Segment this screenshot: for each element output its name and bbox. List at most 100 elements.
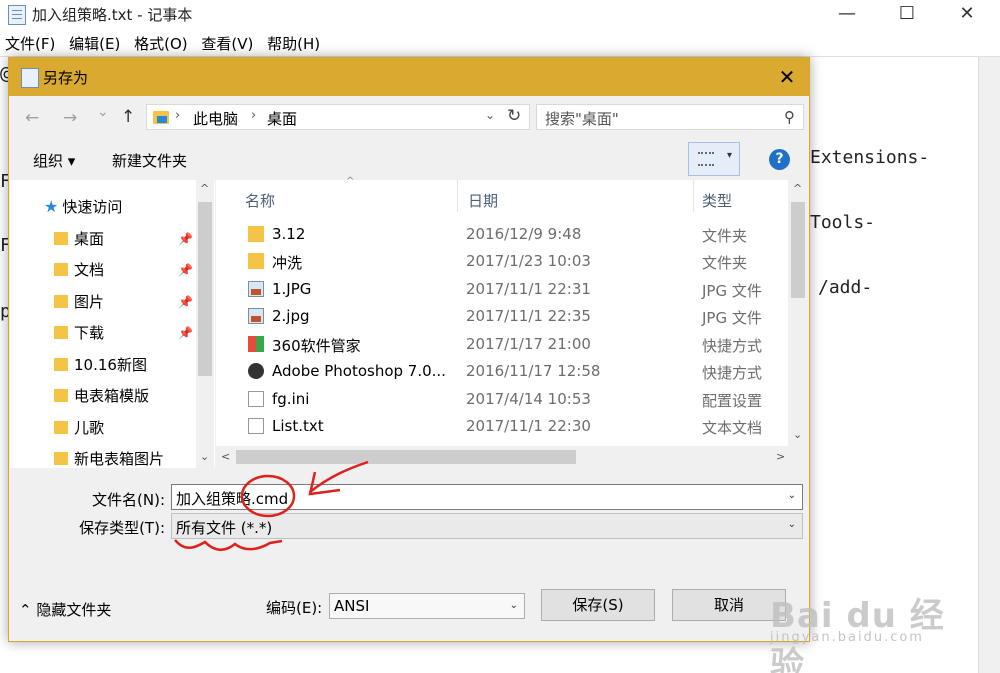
folder-icon [248,226,264,242]
file-row[interactable]: fg.ini 2017/4/14 10:53 配置设置 [216,386,788,413]
scroll-up-icon[interactable]: ^ [200,182,209,195]
column-divider[interactable] [693,180,694,212]
file-name: 1.JPG [272,280,312,298]
scrollbar-thumb[interactable] [236,450,576,464]
view-options-button[interactable]: ▾ [688,142,740,176]
nav-item-pictures[interactable]: 图片 [54,291,104,312]
pin-icon: 📌 [178,295,193,309]
file-row[interactable]: 2.jpg 2017/11/1 22:35 JPG 文件 [216,303,788,330]
cancel-button[interactable]: 取消 [672,589,786,621]
file-row[interactable]: 360软件管家 2017/1/17 21:00 快捷方式 [216,331,788,358]
config-file-icon [248,391,264,407]
savetype-select[interactable]: 所有文件 (*.*) ⌄ [171,513,803,539]
file-list-scrollbar[interactable]: ^ ⌄ [788,180,808,446]
recent-locations-icon[interactable]: ⌄ [97,104,109,120]
close-button[interactable]: ✕ [936,0,998,30]
chevron-down-icon[interactable]: ⌄ [788,519,796,530]
menu-format[interactable]: 格式(O) [134,32,188,56]
scroll-down-icon[interactable]: ⌄ [200,450,209,463]
navigation-pane: ★ 快速访问 桌面 📌 文档 📌 图片 📌 下载 📌 10.16新图 电表箱模版 … [10,180,215,468]
file-name: 冲洗 [272,254,303,272]
search-box[interactable]: 搜索"桌面" ⚲ [536,104,804,130]
file-date: 2016/12/9 9:48 [466,225,582,243]
refresh-icon[interactable]: ↻ [507,106,521,126]
new-folder-button[interactable]: 新建文件夹 [112,150,187,171]
column-divider[interactable] [457,180,458,212]
nav-item-desktop[interactable]: 桌面 [54,228,104,249]
folder-icon [248,253,264,269]
scroll-down-icon[interactable]: ⌄ [793,428,802,441]
menu-file[interactable]: 文件(F) [5,32,55,56]
notepad-icon [8,5,26,25]
search-icon[interactable]: ⚲ [784,108,795,126]
chevron-down-icon: ▾ [727,150,733,161]
organize-menu[interactable]: 组织 ▾ [33,150,75,171]
text-file-icon [248,418,264,434]
minimize-button[interactable]: — [816,0,878,30]
nav-pane-scrollbar[interactable]: ^ ⌄ [196,180,214,468]
breadcrumb-separator[interactable]: › [251,108,256,123]
folder-icon [54,389,68,402]
file-row[interactable]: 3.12 2016/12/9 9:48 文件夹 [216,221,788,248]
breadcrumb-this-pc[interactable]: 此电脑 [193,108,238,129]
chevron-down-icon: ⌄ [509,600,518,611]
nav-item-folder[interactable]: 新电表箱图片 [54,448,164,469]
file-name: 2.jpg [272,307,310,325]
scroll-up-icon[interactable]: ^ [793,182,802,195]
encoding-select[interactable]: ANSI ⌄ [329,593,525,619]
nav-item-documents[interactable]: 文档 [54,259,104,280]
nav-item-downloads[interactable]: 下载 [54,322,104,343]
help-icon[interactable]: ? [769,149,790,170]
notepad-scrollbar[interactable] [978,57,1000,673]
notepad-menubar: 文件(F) 编辑(E) 格式(O) 查看(V) 帮助(H) [0,32,1000,56]
folder-icon [54,232,68,245]
file-row[interactable]: Adobe Photoshop 7.0... 2016/11/17 12:58 … [216,358,788,385]
scrollbar-thumb[interactable] [791,202,805,298]
breadcrumb-separator[interactable]: › [175,108,180,123]
file-list-hscrollbar[interactable]: < > [216,446,788,468]
maximize-button[interactable]: ☐ [876,0,938,30]
scroll-right-icon[interactable]: > [776,450,785,463]
file-type: 快捷方式 [702,337,763,355]
back-arrow-icon[interactable]: ← [25,108,39,128]
nav-item-folder[interactable]: 儿歌 [54,417,104,438]
nav-item-folder[interactable]: 电表箱模版 [54,385,149,406]
folder-icon [54,263,68,276]
scrollbar-thumb[interactable] [198,202,212,376]
breadcrumb-desktop[interactable]: 桌面 [267,108,297,129]
file-date: 2017/1/23 10:03 [466,252,591,270]
chevron-down-icon[interactable]: ⌄ [788,490,796,501]
savetype-value: 所有文件 (*.*) [176,519,273,537]
menu-edit[interactable]: 编辑(E) [69,32,120,56]
nav-quick-access[interactable]: ★ 快速访问 [44,196,122,217]
dialog-close-button[interactable]: ✕ [773,64,801,90]
file-row[interactable]: 冲洗 2017/1/23 10:03 文件夹 [216,248,788,275]
file-date: 2017/4/14 10:53 [466,390,591,408]
filename-input[interactable]: 加入组策略.cmd ⌄ [171,484,803,510]
file-row[interactable]: List.txt 2017/11/1 22:30 文本文档 [216,413,788,440]
column-header-name[interactable]: 名称 [245,190,275,211]
folder-icon [54,358,68,371]
hide-folders-toggle[interactable]: ⌃ 隐藏文件夹 [19,599,111,620]
forward-arrow-icon[interactable]: → [63,108,77,128]
star-icon: ★ [44,197,59,216]
save-button[interactable]: 保存(S) [541,589,655,621]
column-header-date[interactable]: 日期 [468,190,498,211]
up-arrow-icon[interactable]: ↑ [121,107,135,127]
file-date: 2016/11/17 12:58 [466,362,601,380]
menu-help[interactable]: 帮助(H) [267,32,320,56]
chevron-down-icon[interactable]: ⌄ [485,108,495,122]
file-list: ^ 名称 日期 类型 3.12 2016/12/9 9:48 文件夹 冲洗 20… [216,176,788,446]
menu-view[interactable]: 查看(V) [201,32,253,56]
file-row[interactable]: 1.JPG 2017/11/1 22:31 JPG 文件 [216,276,788,303]
folder-icon [54,326,68,339]
scroll-left-icon[interactable]: < [221,450,230,463]
encoding-label: 编码(E): [266,599,323,617]
folder-icon [54,452,68,465]
editor-text-fragment: Tools- [810,212,876,233]
photoshop-app-icon [248,363,264,379]
column-header-type[interactable]: 类型 [702,190,732,211]
address-bar[interactable]: › 此电脑 › 桌面 ⌄ ↻ [146,104,530,130]
pin-icon: 📌 [178,326,193,340]
nav-item-folder[interactable]: 10.16新图 [54,354,147,375]
